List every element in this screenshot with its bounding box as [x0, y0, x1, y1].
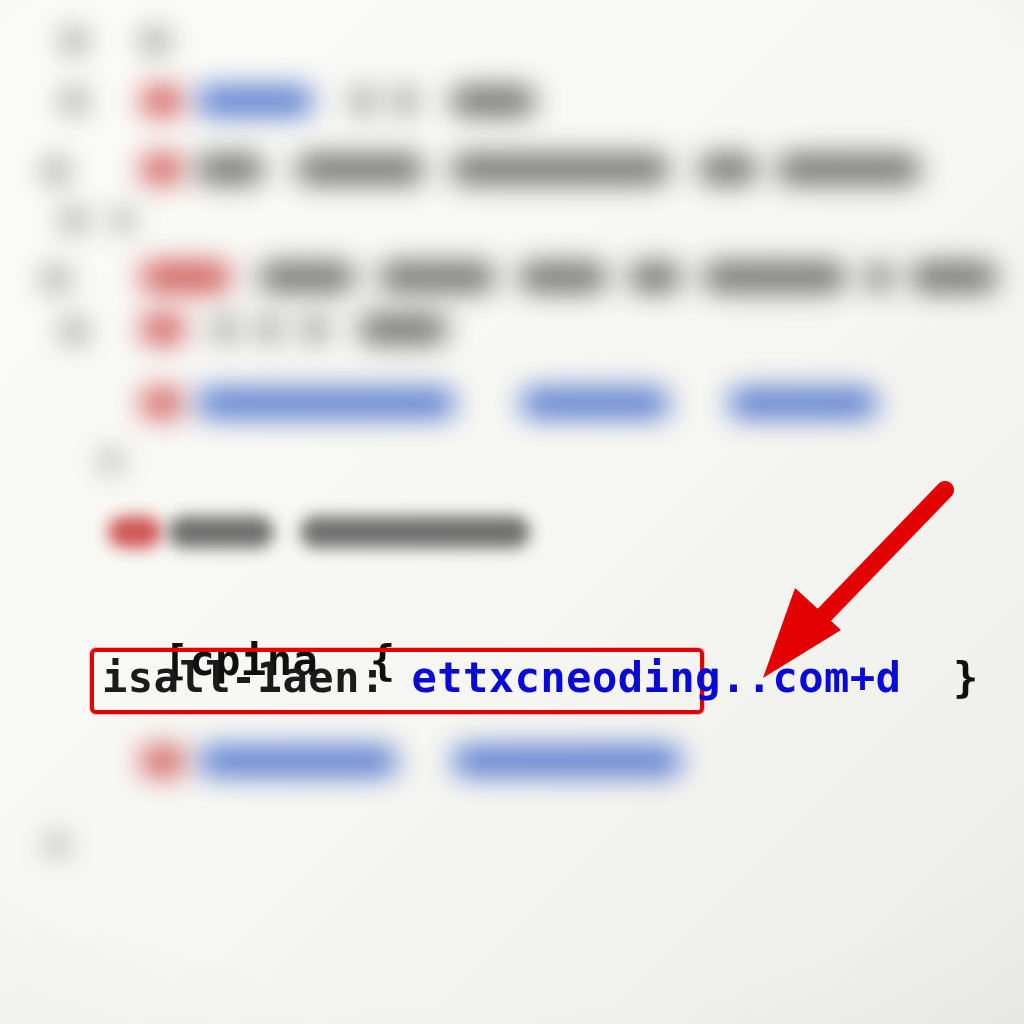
blur-token: [450, 154, 670, 184]
blur-token: [358, 314, 448, 344]
blur-token: [866, 262, 892, 292]
gutter-marker: [60, 28, 88, 54]
blur-token: [452, 746, 682, 776]
blur-token: [728, 388, 878, 418]
blur-token: [698, 154, 758, 184]
css-property: isall-1aen:: [102, 653, 386, 702]
blur-token: [140, 86, 184, 116]
gutter-marker: [60, 318, 88, 344]
blur-token: [140, 28, 170, 54]
blur-token: [212, 314, 238, 344]
blur-token: [910, 262, 998, 292]
blur-token: [140, 262, 232, 292]
blur-token: [776, 154, 921, 184]
blur-token: [350, 86, 376, 116]
blur-token: [198, 746, 398, 776]
blur-token: [140, 154, 184, 184]
blur-token: [520, 388, 670, 418]
blur-token: [450, 86, 536, 116]
blur-token: [100, 450, 122, 472]
blur-token: [112, 208, 134, 232]
blur-token: [702, 262, 847, 292]
blur-token: [168, 516, 274, 548]
blur-token: [46, 834, 68, 856]
blur-token: [300, 516, 530, 548]
blur-token: [628, 262, 682, 292]
blur-token: [256, 314, 282, 344]
blur-token: [518, 262, 608, 292]
gutter-marker: [42, 266, 70, 292]
gutter-marker: [42, 158, 70, 184]
blur-token: [196, 86, 314, 116]
blur-token: [378, 262, 496, 292]
blur-token: [295, 154, 425, 184]
blur-token: [140, 314, 186, 344]
blur-token: [195, 154, 265, 184]
blur-token: [196, 388, 456, 418]
gutter-marker: [60, 88, 88, 114]
blur-token: [108, 516, 162, 548]
callout-arrow-icon: [745, 480, 955, 690]
gutter-marker: [60, 208, 88, 232]
blur-token: [140, 388, 184, 418]
blur-token: [140, 746, 186, 776]
blur-token: [258, 262, 356, 292]
blur-token: [392, 86, 418, 116]
blur-token: [300, 314, 330, 344]
